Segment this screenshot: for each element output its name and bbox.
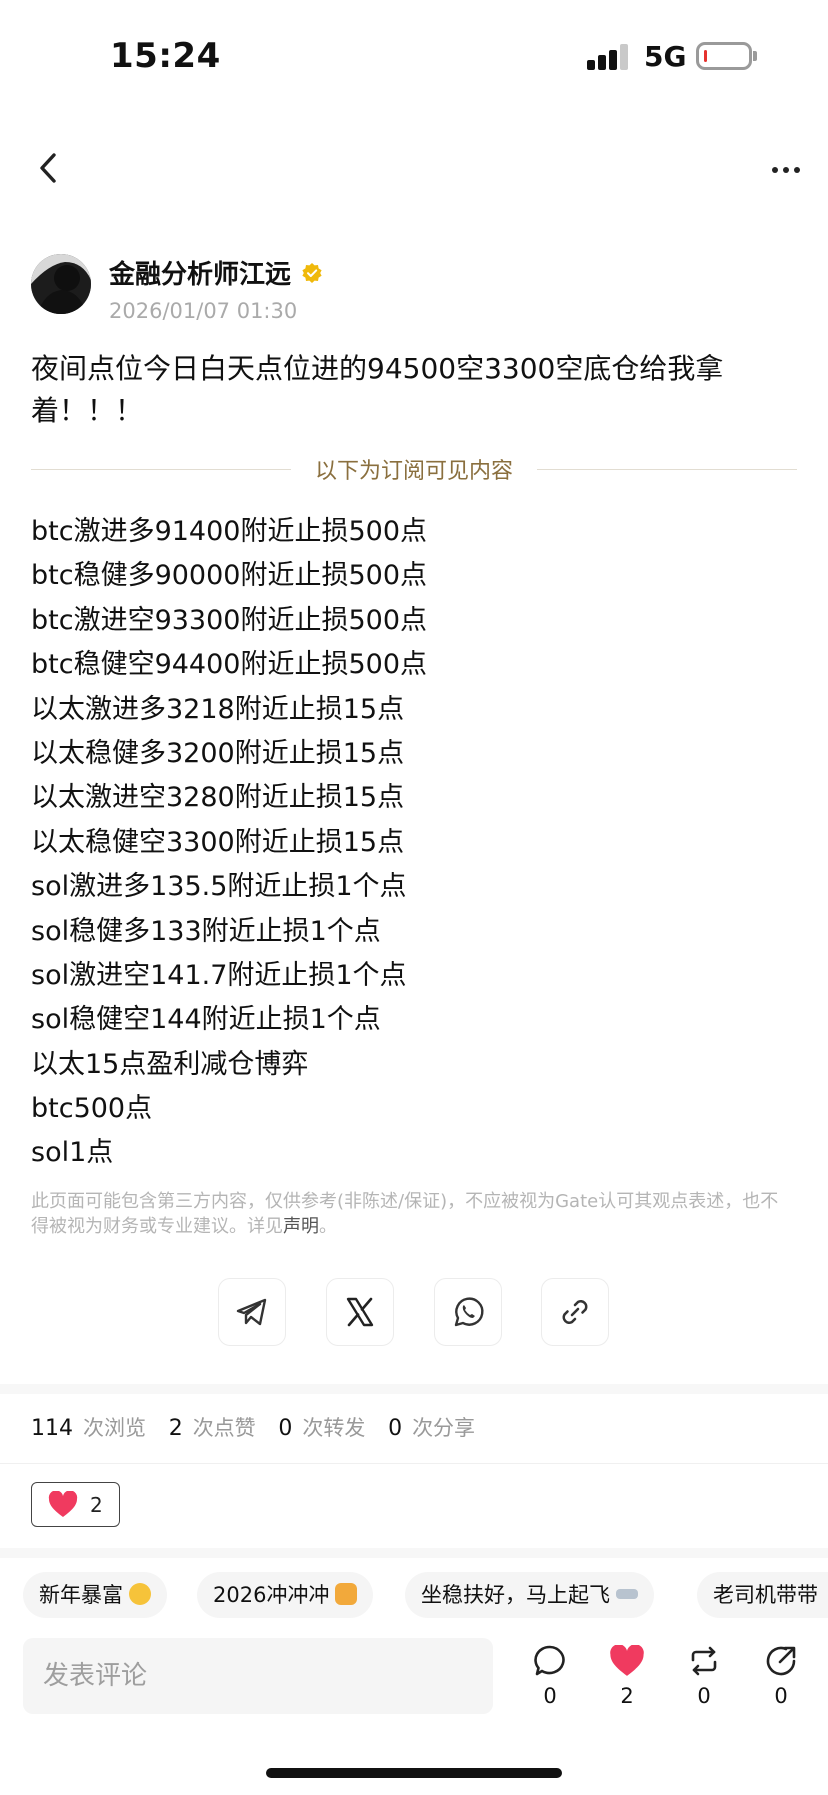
views-count: 114 <box>31 1416 73 1441</box>
signal-line: btc激进多91400附近止损500点 <box>31 516 427 547</box>
share-arrow-icon <box>766 1646 796 1676</box>
signal-line: btc稳健多90000附近止损500点 <box>31 560 427 592</box>
divider-line <box>31 468 291 470</box>
likes-label: 次点赞 <box>192 1416 256 1440</box>
section-separator <box>0 1463 828 1464</box>
chip-label: 2026冲冲冲 <box>213 1583 330 1607</box>
reposts-label: 次转发 <box>302 1416 366 1440</box>
share-action[interactable]: 0 <box>751 1644 811 1708</box>
post-stats: 114 次浏览 2 次点赞 0 次转发 0 次分享 <box>31 1412 475 1442</box>
status-time: 15:24 <box>110 36 221 76</box>
cellular-signal-icon <box>587 44 631 70</box>
oncoming-fist-icon <box>335 1583 358 1605</box>
reaction-count: 2 <box>90 1492 103 1517</box>
section-separator <box>0 1384 828 1394</box>
more-dot <box>794 167 800 173</box>
network-type: 5G <box>644 40 687 73</box>
heart-filled-icon <box>610 1645 644 1676</box>
disclaimer-end: 。 <box>319 1216 337 1237</box>
battery-cap <box>753 51 757 61</box>
post-date: 2026/01/07 01:30 <box>109 299 298 323</box>
signal-line: 以太激进空3280附近止损15点 <box>31 782 405 814</box>
quick-comment-chip[interactable]: 新年暴富 <box>23 1572 167 1618</box>
author-name[interactable]: 金融分析师江远 <box>109 254 291 291</box>
post-intro: 夜间点位今日白天点位进的94500空3300空底仓给我拿着！！！ <box>31 352 724 427</box>
disclaimer: 此页面可能包含第三方内容，仅供参考(非陈述/保证)，不应被视为Gate认可其观点… <box>31 1189 791 1239</box>
more-dot <box>783 167 789 173</box>
battery-icon <box>696 42 752 70</box>
signal-line: btc稳健空94400附近止损500点 <box>31 649 427 681</box>
home-indicator[interactable] <box>266 1768 562 1778</box>
heart-icon <box>48 1491 78 1517</box>
quick-comment-chip[interactable]: 老司机带带 <box>697 1572 828 1618</box>
signal-line: sol1点 <box>31 1137 114 1169</box>
more-horizontal-icon <box>772 167 778 173</box>
telegram-icon <box>236 1298 267 1326</box>
link-icon <box>562 1300 588 1324</box>
share-x-button[interactable] <box>326 1278 394 1346</box>
airplane-icon <box>616 1589 638 1599</box>
back-button[interactable] <box>30 146 66 190</box>
comment-input[interactable] <box>23 1638 493 1714</box>
reposts-count: 0 <box>278 1416 293 1441</box>
likes-count: 2 <box>168 1416 183 1441</box>
signal-line: sol稳健空144附近止损1个点 <box>31 1004 381 1036</box>
share-whatsapp-button[interactable] <box>434 1278 502 1346</box>
copy-link-button[interactable] <box>541 1278 609 1346</box>
chip-label: 新年暴富 <box>39 1583 123 1607</box>
disclaimer-link[interactable]: 声明 <box>283 1216 319 1237</box>
signal-line: 以太激进多3218附近止损15点 <box>31 693 405 725</box>
comment-bubble-icon <box>534 1645 565 1676</box>
section-separator <box>0 1548 828 1558</box>
signal-line: sol激进空141.7附近止损1个点 <box>31 959 407 991</box>
chip-label: 老司机带带 <box>713 1583 818 1607</box>
more-button[interactable] <box>764 152 808 188</box>
x-icon <box>346 1297 374 1327</box>
author-header: 金融分析师江远 2026/01/07 01:30 <box>31 254 323 323</box>
signal-line: btc激进空93300附近止损500点 <box>31 604 427 636</box>
signal-line: 以太稳健多3200附近止损15点 <box>31 737 405 769</box>
repost-action[interactable]: 0 <box>674 1644 734 1708</box>
battery-level <box>704 50 707 62</box>
share-row <box>0 1278 828 1346</box>
signal-line: btc500点 <box>31 1093 153 1125</box>
signal-line: 以太稳健空3300附近止损15点 <box>31 826 405 858</box>
comment-action[interactable]: 0 <box>520 1644 580 1708</box>
subscriber-divider: 以下为订阅可见内容 <box>31 454 798 484</box>
money-mouth-face-icon <box>129 1583 151 1605</box>
divider-line <box>537 468 798 470</box>
signal-line: 以太15点盈利减仓博弈 <box>31 1048 309 1080</box>
disclaimer-text: 此页面可能包含第三方内容，仅供参考(非陈述/保证)，不应被视为Gate认可其观点… <box>31 1191 779 1237</box>
repost-count: 0 <box>697 1684 711 1708</box>
status-bar: 15:24 5G <box>0 0 828 110</box>
signal-list: btc激进多91400附近止损500点 btc稳健多90000附近止损500点 … <box>31 510 801 1176</box>
whatsapp-icon <box>454 1297 484 1327</box>
heart-reaction-button[interactable]: 2 <box>31 1482 120 1527</box>
shares-label: 次分享 <box>412 1416 476 1440</box>
quick-comment-chip[interactable]: 2026冲冲冲 <box>197 1572 374 1618</box>
repost-icon <box>691 1646 717 1676</box>
signal-line: sol激进多135.5附近止损1个点 <box>31 871 407 903</box>
like-action[interactable]: 2 <box>597 1644 657 1708</box>
views-label: 次浏览 <box>83 1416 146 1440</box>
comment-count: 0 <box>543 1684 557 1708</box>
avatar[interactable] <box>31 254 91 314</box>
chip-label: 坐稳扶好，马上起飞 <box>421 1583 610 1607</box>
verified-badge-icon <box>302 262 322 283</box>
avatar-image <box>31 254 91 314</box>
quick-comment-chip[interactable]: 坐稳扶好，马上起飞 <box>405 1572 654 1618</box>
share-telegram-button[interactable] <box>218 1278 286 1346</box>
share-count: 0 <box>774 1684 788 1708</box>
subscriber-divider-label: 以下为订阅可见内容 <box>315 459 514 484</box>
like-count: 2 <box>620 1684 634 1708</box>
signal-line: sol稳健多133附近止损1个点 <box>31 915 381 947</box>
chevron-left-icon <box>40 153 56 183</box>
shares-count: 0 <box>388 1416 403 1441</box>
